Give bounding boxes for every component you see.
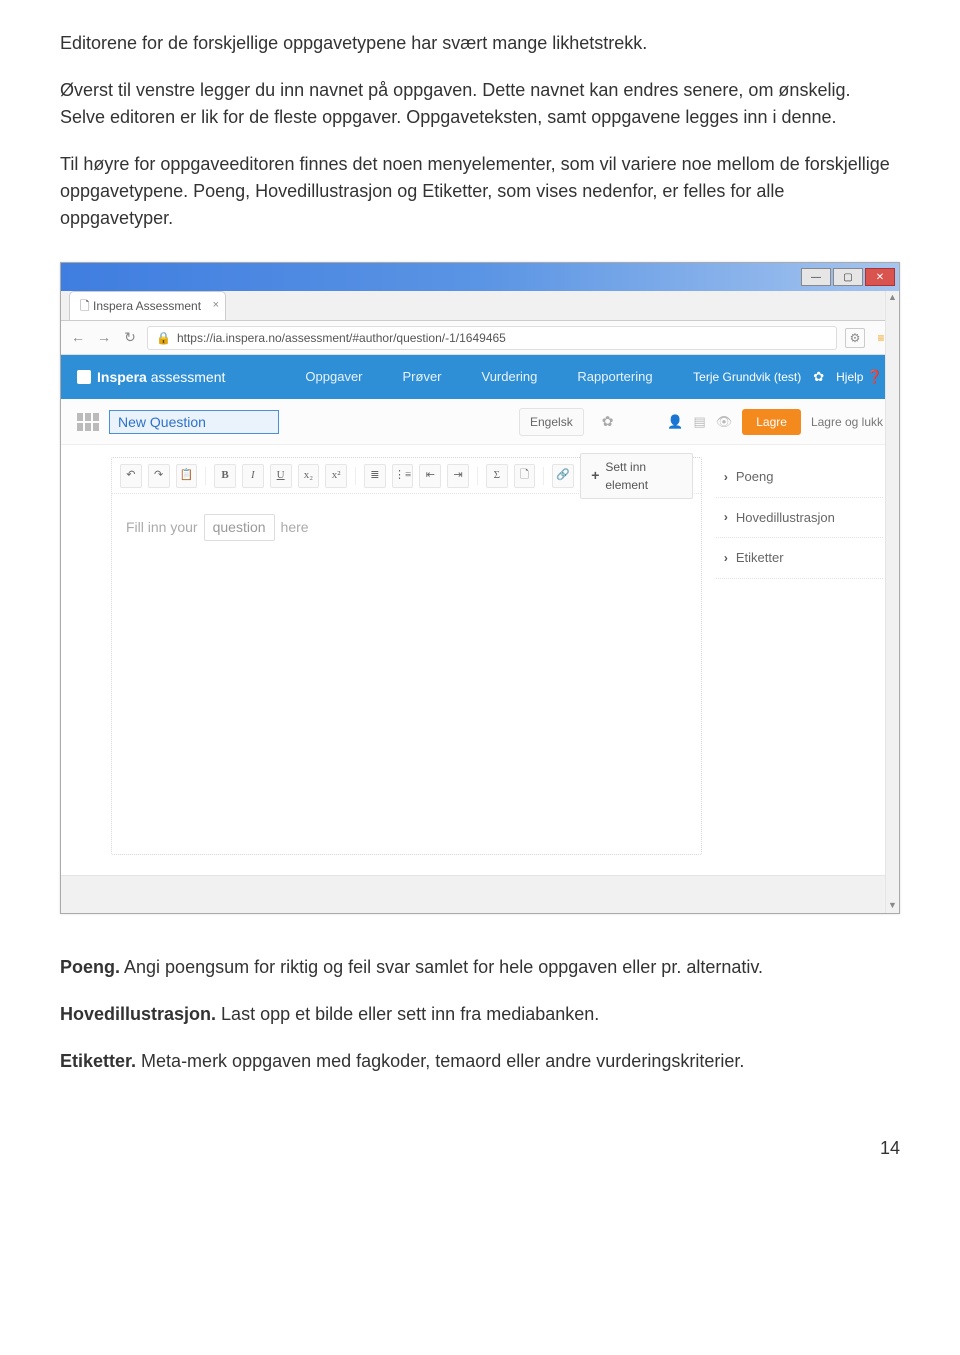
etik-lead: Etiketter. xyxy=(60,1051,136,1071)
question-title-input[interactable] xyxy=(109,410,279,434)
side-item-poeng[interactable]: › Poeng xyxy=(716,457,883,498)
browser-tab-active[interactable]: 🗋 Inspera Assessment × xyxy=(69,291,226,320)
page-number: 14 xyxy=(60,1135,900,1162)
notes-icon[interactable]: ▤ xyxy=(693,412,705,432)
etik-rest: Meta-merk oppgaven med fagkoder, temaord… xyxy=(136,1051,744,1071)
rich-text-toolbar: ↶ ↷ 📋 B I U x₂ x² ≣ ⋮≡ ⇤ ⇥ Σ 🗋 🔗 xyxy=(112,458,701,494)
window-close-button[interactable]: ✕ xyxy=(865,268,895,286)
scroll-up-icon[interactable]: ▲ xyxy=(886,291,899,305)
question-placeholder-field[interactable]: question xyxy=(204,514,275,541)
hovedillustrasjon-paragraph: Hovedillustrasjon. Last opp et bilde ell… xyxy=(60,1001,900,1028)
page-icon: 🗋 xyxy=(80,299,93,313)
logo-light: assessment xyxy=(147,369,226,385)
window-minimize-button[interactable]: — xyxy=(801,268,831,286)
nav-vurdering[interactable]: Vurdering xyxy=(482,367,538,387)
window-maximize-button[interactable]: ▢ xyxy=(833,268,863,286)
bold-icon[interactable]: B xyxy=(214,464,236,488)
logo-bold: Inspera xyxy=(97,369,147,385)
url-input[interactable]: 🔒 https://ia.inspera.no/assessment/#auth… xyxy=(147,326,837,350)
ordered-list-icon[interactable]: ≣ xyxy=(364,464,386,488)
side-item-etiketter[interactable]: › Etiketter xyxy=(716,538,883,579)
hoved-lead: Hovedillustrasjon. xyxy=(60,1004,216,1024)
fill-prefix: Fill inn your xyxy=(126,517,198,538)
nav-rapportering[interactable]: Rapportering xyxy=(577,367,652,387)
settings-gear-icon[interactable]: ✿ xyxy=(813,367,824,387)
browser-tab-title: Inspera Assessment xyxy=(93,299,201,313)
translate-icon[interactable]: ⚙ xyxy=(845,328,865,348)
intro-paragraph-1: Editorene for de forskjellige oppgavetyp… xyxy=(60,30,900,57)
placeholder-line: Fill inn your question here xyxy=(126,514,687,541)
chevron-right-icon: › xyxy=(724,549,728,567)
intro-paragraph-3: Til høyre for oppgaveeditoren finnes det… xyxy=(60,151,900,232)
undo-icon[interactable]: ↶ xyxy=(120,464,142,488)
italic-icon[interactable]: I xyxy=(242,464,264,488)
content-footer-shade xyxy=(61,875,899,913)
superscript-icon[interactable]: x² xyxy=(325,464,347,488)
link-icon[interactable]: 🔗 xyxy=(552,464,574,488)
save-and-close-button[interactable]: Lagre og lukk xyxy=(811,413,883,431)
save-button[interactable]: Lagre xyxy=(742,409,801,435)
nav-forward-icon[interactable]: → xyxy=(95,327,113,348)
scroll-down-icon[interactable]: ▼ xyxy=(886,899,899,913)
help-icon: ❓ xyxy=(867,369,883,384)
insert-element-label: Sett inn element xyxy=(605,458,682,494)
side-item-label: Hovedillustrasjon xyxy=(736,508,835,528)
outdent-icon[interactable]: ⇤ xyxy=(419,464,441,488)
hoved-rest: Last opp et bilde eller sett inn fra med… xyxy=(216,1004,599,1024)
app-logo[interactable]: Inspera assessment xyxy=(77,367,225,388)
tab-close-icon[interactable]: × xyxy=(213,297,219,314)
poeng-paragraph: Poeng. Angi poengsum for riktig og feil … xyxy=(60,954,900,981)
vertical-scrollbar[interactable]: ▲ ▼ xyxy=(885,291,899,913)
app-nav: Oppgaver Prøver Vurdering Rapportering xyxy=(305,367,652,387)
side-item-label: Poeng xyxy=(736,467,774,487)
underline-icon[interactable]: U xyxy=(270,464,292,488)
preview-icon[interactable]: 👁 xyxy=(716,412,733,432)
action-bar: Engelsk ✿ 👤 ▤ 👁 Lagre Lagre og lukk xyxy=(61,399,899,445)
plus-icon: + xyxy=(591,465,599,486)
subscript-icon[interactable]: x₂ xyxy=(298,464,320,488)
nav-reload-icon[interactable]: ↻ xyxy=(121,327,139,348)
lock-icon: 🔒 xyxy=(156,329,171,347)
formula-icon[interactable]: Σ xyxy=(486,464,508,488)
app-header: Inspera assessment Oppgaver Prøver Vurde… xyxy=(61,355,899,399)
help-link[interactable]: Hjelp ❓ xyxy=(836,367,883,387)
browser-tab-strip: 🗋 Inspera Assessment × xyxy=(61,291,899,321)
window-titlebar: — ▢ ✕ xyxy=(61,263,899,291)
redo-icon[interactable]: ↷ xyxy=(148,464,170,488)
url-text: https://ia.inspera.no/assessment/#author… xyxy=(177,329,506,347)
side-item-label: Etiketter xyxy=(736,548,784,568)
poeng-rest: Angi poengsum for riktig og feil svar sa… xyxy=(120,957,763,977)
nav-oppgaver[interactable]: Oppgaver xyxy=(305,367,362,387)
chevron-right-icon: › xyxy=(724,468,728,486)
editor-main: ↶ ↷ 📋 B I U x₂ x² ≣ ⋮≡ ⇤ ⇥ Σ 🗋 🔗 xyxy=(111,457,702,855)
user-name-label[interactable]: Terje Grundvik (test) xyxy=(693,368,801,386)
language-settings-icon[interactable]: ✿ xyxy=(602,411,614,432)
etiketter-paragraph: Etiketter. Meta-merk oppgaven med fagkod… xyxy=(60,1048,900,1075)
paste-icon[interactable]: 📋 xyxy=(176,464,198,488)
insert-element-button[interactable]: + Sett inn element xyxy=(580,453,693,499)
language-selector[interactable]: Engelsk xyxy=(519,408,584,436)
poeng-lead: Poeng. xyxy=(60,957,120,977)
apps-grid-icon[interactable] xyxy=(77,413,99,431)
unordered-list-icon[interactable]: ⋮≡ xyxy=(392,464,414,488)
user-icon[interactable]: 👤 xyxy=(667,412,683,432)
nav-prover[interactable]: Prøver xyxy=(403,367,442,387)
side-item-hovedillustrasjon[interactable]: › Hovedillustrasjon xyxy=(716,498,883,539)
intro-paragraph-2: Øverst til venstre legger du inn navnet … xyxy=(60,77,900,131)
browser-window: — ▢ ✕ 🗋 Inspera Assessment × ← → ↻ 🔒 htt… xyxy=(60,262,900,914)
chevron-right-icon: › xyxy=(724,508,728,526)
logo-mark-icon xyxy=(77,370,91,384)
question-content-area[interactable]: Fill inn your question here xyxy=(112,494,701,561)
file-icon[interactable]: 🗋 xyxy=(514,464,536,488)
editor-body: ↶ ↷ 📋 B I U x₂ x² ≣ ⋮≡ ⇤ ⇥ Σ 🗋 🔗 xyxy=(61,445,899,875)
fill-suffix: here xyxy=(281,517,309,538)
indent-icon[interactable]: ⇥ xyxy=(447,464,469,488)
address-bar: ← → ↻ 🔒 https://ia.inspera.no/assessment… xyxy=(61,321,899,355)
nav-back-icon[interactable]: ← xyxy=(69,327,87,348)
side-panel: › Poeng › Hovedillustrasjon › Etiketter xyxy=(716,457,883,855)
